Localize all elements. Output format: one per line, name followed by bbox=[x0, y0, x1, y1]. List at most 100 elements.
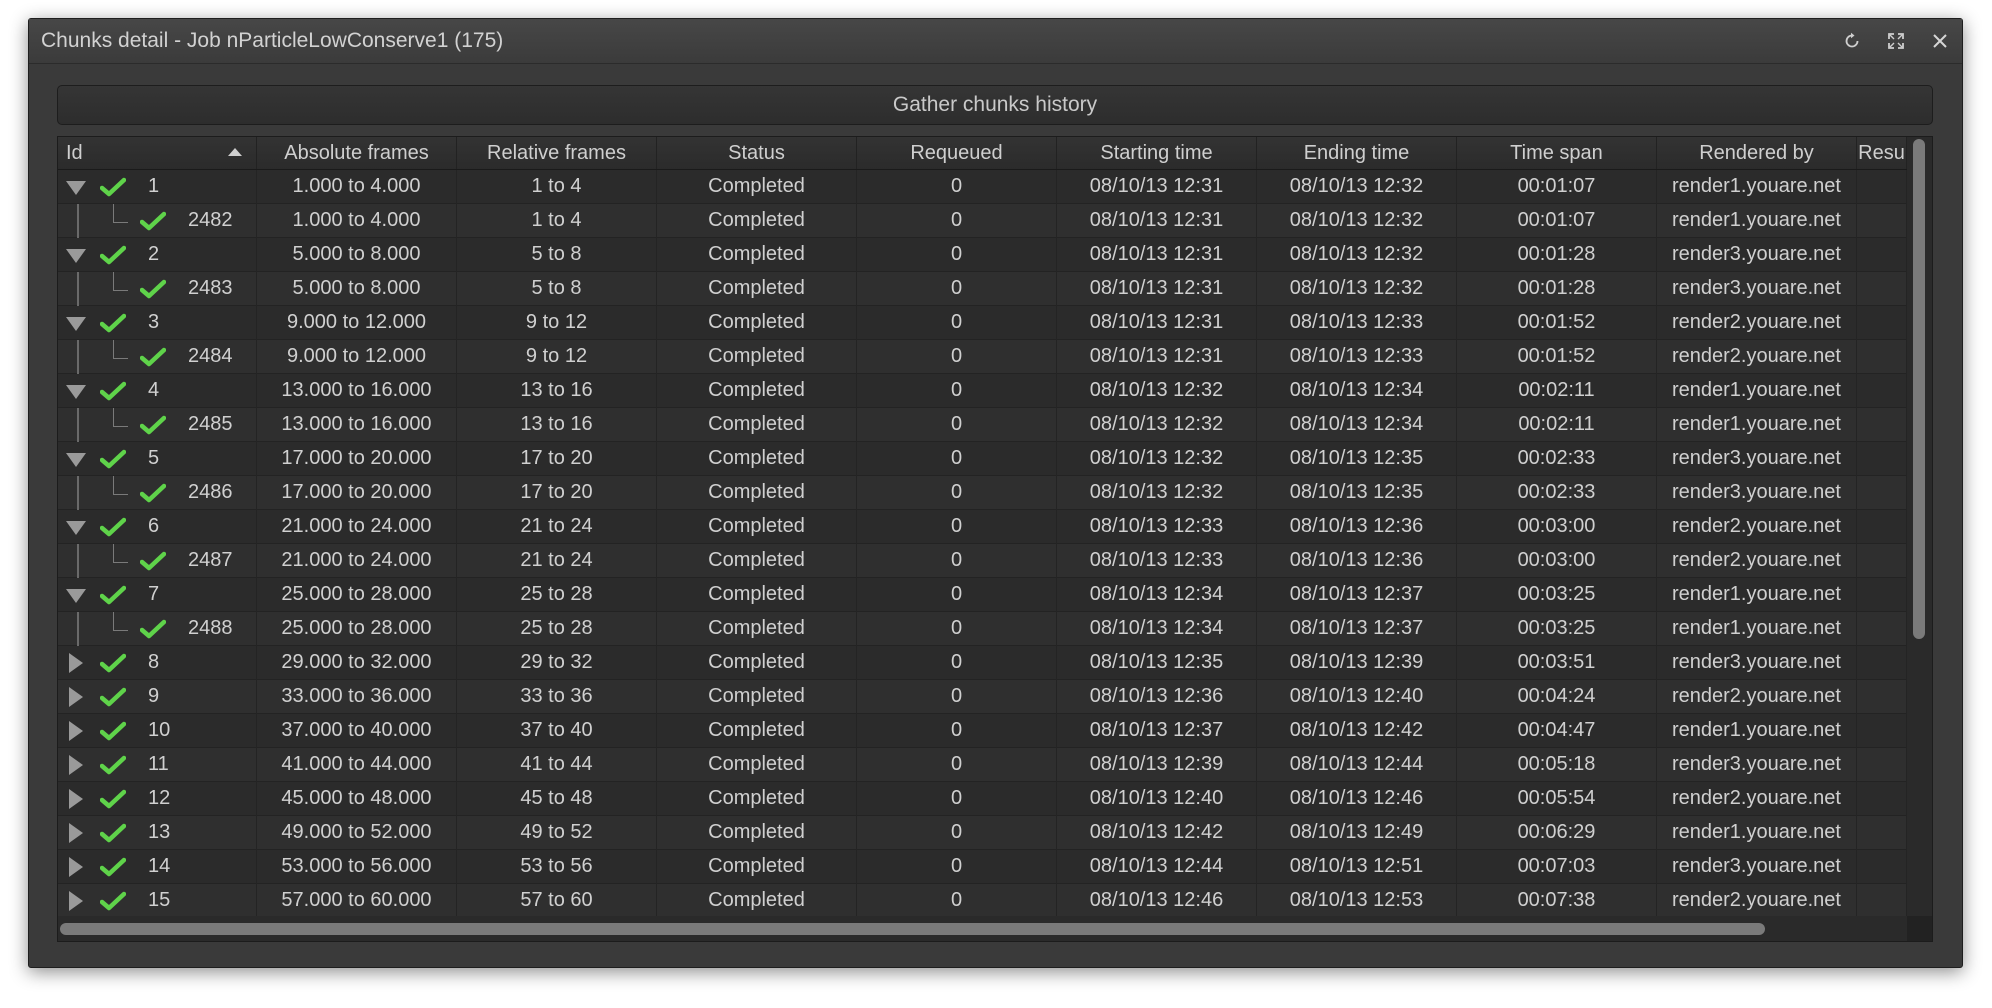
table-subrow[interactable]: 2488 25.000 to 28.000 25 to 28 Completed 0 08… bbox=[58, 612, 1907, 646]
check-icon bbox=[140, 415, 166, 435]
table-subrow[interactable]: 2486 17.000 to 20.000 17 to 20 Completed 0 08… bbox=[58, 476, 1907, 510]
table-subrow[interactable]: 2482 1.000 to 4.000 1 to 4 Completed 0 08/10/… bbox=[58, 204, 1907, 238]
chunk-id: 2 bbox=[148, 243, 160, 265]
chunk-id: 14 bbox=[148, 855, 171, 877]
tree-elbow-line bbox=[113, 544, 128, 563]
expand-arrow-icon[interactable] bbox=[69, 755, 83, 775]
column-header-rel[interactable]: Relative frames bbox=[457, 137, 657, 169]
expand-arrow-icon[interactable] bbox=[69, 857, 83, 877]
cell-id: 2482 bbox=[58, 204, 257, 238]
horizontal-scrollbar-thumb[interactable] bbox=[60, 923, 1765, 935]
vertical-scrollbar[interactable] bbox=[1907, 137, 1932, 916]
collapse-arrow-icon[interactable] bbox=[66, 589, 86, 603]
cell-requeued: 0 bbox=[857, 782, 1057, 816]
tree-elbow-line bbox=[113, 476, 128, 495]
chunk-id: 1 bbox=[148, 175, 160, 197]
column-header-start[interactable]: Starting time bbox=[1057, 137, 1257, 169]
cell-abs: 1.000 to 4.000 bbox=[257, 204, 457, 238]
check-icon bbox=[100, 857, 126, 877]
gather-chunks-history-button[interactable]: Gather chunks history bbox=[57, 85, 1933, 125]
expand-arrow-icon[interactable] bbox=[69, 687, 83, 707]
cell-id: 2484 bbox=[58, 340, 257, 374]
table-row[interactable]: 13 49.000 to 52.000 49 to 52 Completed 0 08/1… bbox=[58, 816, 1907, 850]
cell-start: 08/10/13 12:31 bbox=[1057, 204, 1257, 238]
cell-requeued: 0 bbox=[857, 306, 1057, 340]
table-subrow[interactable]: 2487 21.000 to 24.000 21 to 24 Completed 0 08… bbox=[58, 544, 1907, 578]
check-icon bbox=[140, 347, 166, 367]
title-bar[interactable]: Chunks detail - Job nParticleLowConserve… bbox=[29, 19, 1962, 64]
cell-end: 08/10/13 12:34 bbox=[1257, 374, 1457, 408]
horizontal-scrollbar[interactable] bbox=[58, 916, 1907, 941]
table-row[interactable]: 8 29.000 to 32.000 29 to 32 Completed 0 08/10… bbox=[58, 646, 1907, 680]
cell-abs: 49.000 to 52.000 bbox=[257, 816, 457, 850]
collapse-arrow-icon[interactable] bbox=[66, 181, 86, 195]
table-row[interactable]: 6 21.000 to 24.000 21 to 24 Completed 0 08/10… bbox=[58, 510, 1907, 544]
column-header-span[interactable]: Time span bbox=[1457, 137, 1657, 169]
table-row[interactable]: 4 13.000 to 16.000 13 to 16 Completed 0 08/10… bbox=[58, 374, 1907, 408]
check-icon bbox=[100, 313, 126, 333]
column-header-status[interactable]: Status bbox=[657, 137, 857, 169]
maximize-button[interactable] bbox=[1874, 19, 1918, 63]
expand-arrow-icon[interactable] bbox=[69, 653, 83, 673]
column-header-end[interactable]: Ending time bbox=[1257, 137, 1457, 169]
table-row[interactable]: 1 1.000 to 4.000 1 to 4 Completed 0 08/10/13 … bbox=[58, 170, 1907, 204]
cell-start: 08/10/13 12:32 bbox=[1057, 374, 1257, 408]
cell-status: Completed bbox=[657, 374, 857, 408]
collapse-arrow-icon[interactable] bbox=[66, 249, 86, 263]
refresh-button[interactable] bbox=[1830, 19, 1874, 63]
column-header-abs[interactable]: Absolute frames bbox=[257, 137, 457, 169]
cell-requeued: 0 bbox=[857, 816, 1057, 850]
cell-status: Completed bbox=[657, 204, 857, 238]
close-button[interactable] bbox=[1918, 19, 1962, 63]
table-row[interactable]: 10 37.000 to 40.000 37 to 40 Completed 0 08/1… bbox=[58, 714, 1907, 748]
cell-requeued: 0 bbox=[857, 578, 1057, 612]
collapse-arrow-icon[interactable] bbox=[66, 453, 86, 467]
cell-id: 7 bbox=[58, 578, 257, 612]
cell-end: 08/10/13 12:42 bbox=[1257, 714, 1457, 748]
collapse-arrow-icon[interactable] bbox=[66, 317, 86, 331]
table-row[interactable]: 9 33.000 to 36.000 33 to 36 Completed 0 08/10… bbox=[58, 680, 1907, 714]
cell-by: render3.youare.net bbox=[1657, 442, 1857, 476]
table-row[interactable]: 3 9.000 to 12.000 9 to 12 Completed 0 08/10/1… bbox=[58, 306, 1907, 340]
column-header-id[interactable]: Id bbox=[58, 137, 257, 169]
vertical-scrollbar-thumb[interactable] bbox=[1913, 139, 1925, 639]
column-header-res[interactable]: Resu bbox=[1857, 137, 1907, 169]
collapse-arrow-icon[interactable] bbox=[66, 385, 86, 399]
cell-res bbox=[1857, 578, 1907, 612]
tree-elbow-line bbox=[113, 204, 128, 223]
column-header-requeued[interactable]: Requeued bbox=[857, 137, 1057, 169]
expand-arrow-icon[interactable] bbox=[69, 891, 83, 911]
table-subrow[interactable]: 2485 13.000 to 16.000 13 to 16 Completed 0 08… bbox=[58, 408, 1907, 442]
table-row[interactable]: 5 17.000 to 20.000 17 to 20 Completed 0 08/10… bbox=[58, 442, 1907, 476]
cell-start: 08/10/13 12:34 bbox=[1057, 612, 1257, 646]
table-row[interactable]: 11 41.000 to 44.000 41 to 44 Completed 0 08/1… bbox=[58, 748, 1907, 782]
cell-by: render2.youare.net bbox=[1657, 884, 1857, 916]
expand-arrow-icon[interactable] bbox=[69, 721, 83, 741]
tree-branch-line bbox=[77, 340, 79, 374]
table-subrow[interactable]: 2484 9.000 to 12.000 9 to 12 Completed 0 08/1… bbox=[58, 340, 1907, 374]
cell-abs: 45.000 to 48.000 bbox=[257, 782, 457, 816]
cell-span: 00:04:47 bbox=[1457, 714, 1657, 748]
column-header-label: Time span bbox=[1510, 142, 1603, 164]
cell-rel: 5 to 8 bbox=[457, 272, 657, 306]
expand-arrow-icon[interactable] bbox=[69, 789, 83, 809]
cell-abs: 5.000 to 8.000 bbox=[257, 272, 457, 306]
cell-id: 2483 bbox=[58, 272, 257, 306]
check-icon bbox=[100, 687, 126, 707]
check-icon bbox=[100, 789, 126, 809]
cell-by: render1.youare.net bbox=[1657, 816, 1857, 850]
table-row[interactable]: 14 53.000 to 56.000 53 to 56 Completed 0 08/1… bbox=[58, 850, 1907, 884]
table-row[interactable]: 15 57.000 to 60.000 57 to 60 Completed 0 08/1… bbox=[58, 884, 1907, 916]
table-row[interactable]: 2 5.000 to 8.000 5 to 8 Completed 0 08/10/13 … bbox=[58, 238, 1907, 272]
table-row[interactable]: 7 25.000 to 28.000 25 to 28 Completed 0 08/10… bbox=[58, 578, 1907, 612]
collapse-arrow-icon[interactable] bbox=[66, 521, 86, 535]
tree-branch-line bbox=[77, 612, 79, 646]
cell-res bbox=[1857, 408, 1907, 442]
cell-res bbox=[1857, 850, 1907, 884]
table-subrow[interactable]: 2483 5.000 to 8.000 5 to 8 Completed 0 08/10/… bbox=[58, 272, 1907, 306]
cell-id: 2486 bbox=[58, 476, 257, 510]
table-row[interactable]: 12 45.000 to 48.000 45 to 48 Completed 0 08/1… bbox=[58, 782, 1907, 816]
cell-id: 14 bbox=[58, 850, 257, 884]
column-header-by[interactable]: Rendered by bbox=[1657, 137, 1857, 169]
expand-arrow-icon[interactable] bbox=[69, 823, 83, 843]
